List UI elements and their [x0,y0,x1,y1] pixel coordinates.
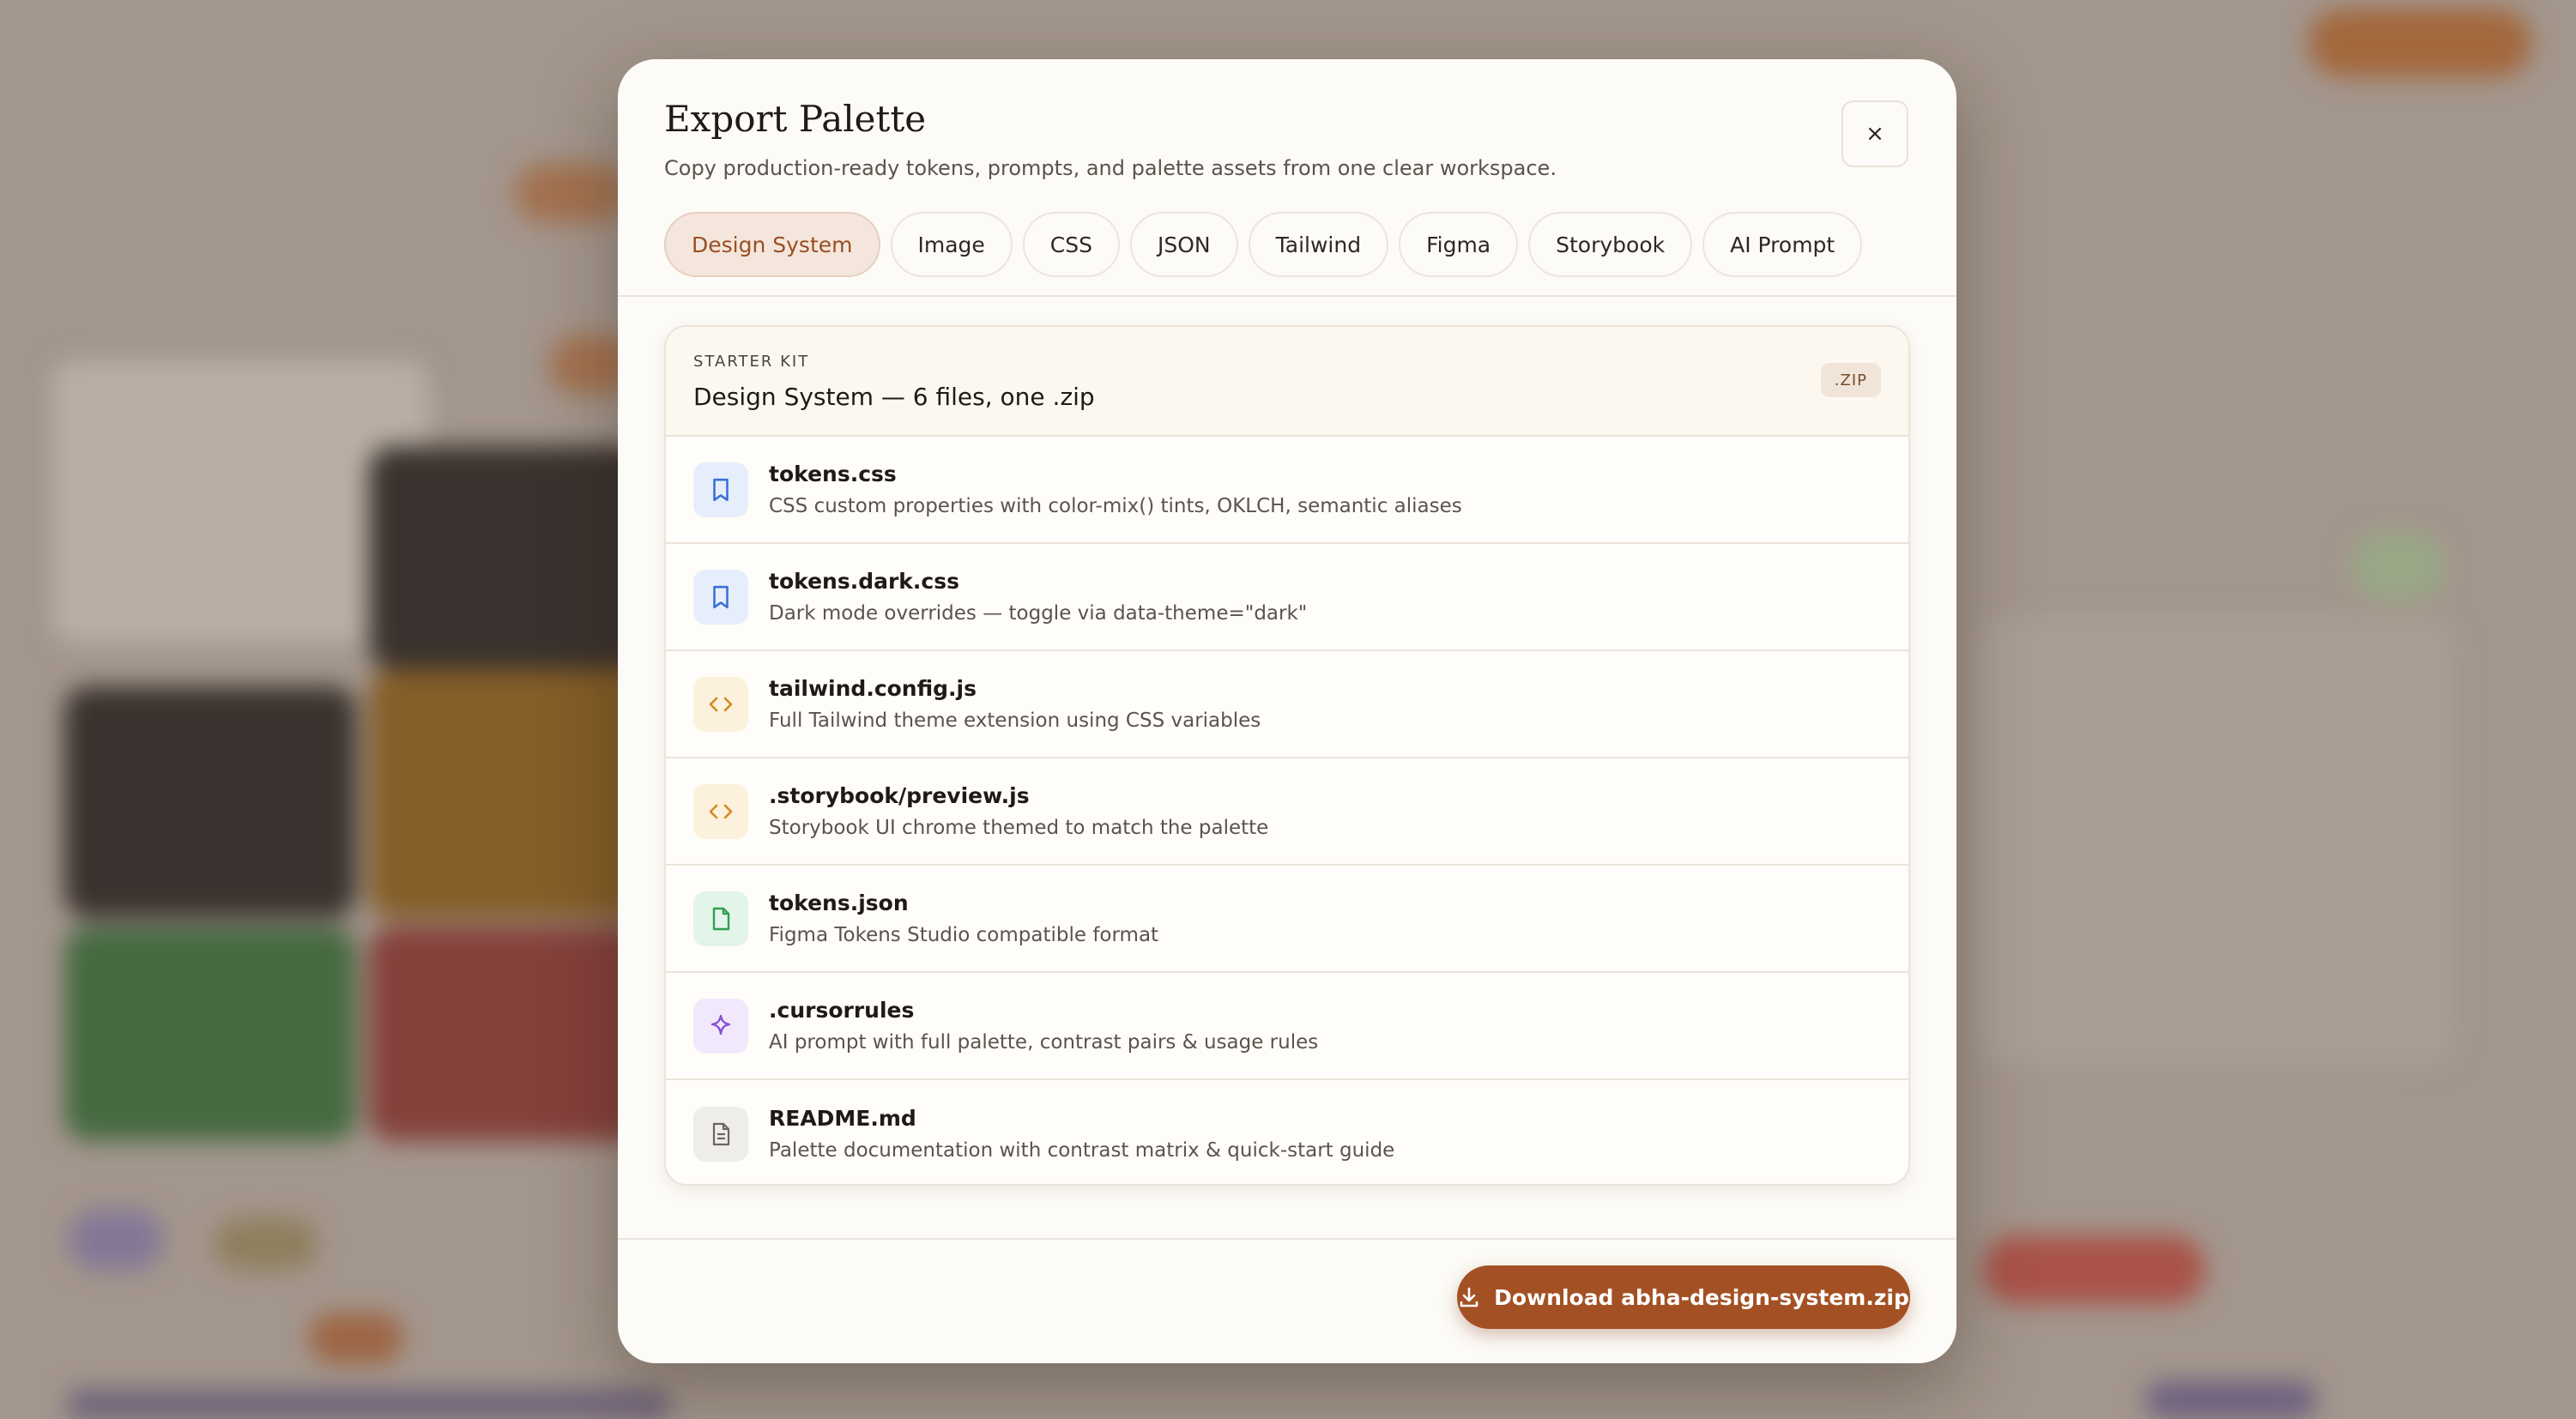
file-name: tokens.dark.css [769,569,960,594]
close-icon: × [1865,121,1884,147]
card-title: Design System — 6 files, one .zip [693,383,1095,411]
sparkle-icon [693,998,748,1054]
tab-storybook[interactable]: Storybook [1528,212,1693,277]
zip-badge: .ZIP [1820,363,1881,397]
file-name: tokens.json [769,891,909,915]
footer-divider [618,1238,1956,1240]
file-name: README.md [769,1106,916,1131]
file-name: tokens.css [769,462,897,486]
file-name: tailwind.config.js [769,676,977,701]
file-icon [693,891,748,946]
file-row-tailwind-config: tailwind.config.js Full Tailwind theme e… [666,651,1908,758]
code-icon [693,676,748,732]
export-format-tabs: Design System Image CSS JSON Tailwind Fi… [664,212,1863,277]
file-row-cursorrules: .cursorrules AI prompt with full palette… [666,973,1908,1080]
bookmark-icon [693,569,748,625]
file-description: Storybook UI chrome themed to match the … [769,817,1269,839]
tab-tailwind[interactable]: Tailwind [1248,212,1389,277]
file-name: .cursorrules [769,998,915,1023]
header-divider [618,295,1956,297]
export-palette-modal: Export Palette Copy production-ready tok… [618,59,1956,1363]
modal-title: Export Palette [664,98,927,140]
file-description: Palette documentation with contrast matr… [769,1139,1395,1162]
file-description: Figma Tokens Studio compatible format [769,924,1159,946]
file-row-readme: README.md Palette documentation with con… [666,1080,1908,1184]
file-description: Full Tailwind theme extension using CSS … [769,710,1261,732]
file-description: AI prompt with full palette, contrast pa… [769,1031,1319,1054]
tab-css[interactable]: CSS [1022,212,1120,277]
tab-json[interactable]: JSON [1130,212,1238,277]
file-row-tokens-json: tokens.json Figma Tokens Studio compatib… [666,866,1908,973]
close-button[interactable]: × [1841,100,1908,167]
tab-image[interactable]: Image [890,212,1013,277]
file-row-tokens-dark-css: tokens.dark.css Dark mode overrides — to… [666,544,1908,651]
file-row-tokens-css: tokens.css CSS custom properties with co… [666,437,1908,544]
bookmark-icon [693,462,748,517]
starter-kit-card: STARTER KIT Design System — 6 files, one… [664,325,1910,1186]
tab-figma[interactable]: Figma [1399,212,1519,277]
file-name: .storybook/preview.js [769,783,1030,808]
tab-ai-prompt[interactable]: AI Prompt [1702,212,1863,277]
file-description: CSS custom properties with color-mix() t… [769,495,1462,517]
code-icon [693,783,748,839]
file-description: Dark mode overrides — toggle via data-th… [769,602,1308,625]
modal-subtitle: Copy production-ready tokens, prompts, a… [664,156,1557,180]
download-label: Download abha-design-system.zip [1494,1284,1909,1310]
tab-design-system[interactable]: Design System [664,212,880,277]
document-icon [693,1106,748,1162]
card-eyebrow: STARTER KIT [693,353,810,371]
download-zip-button[interactable]: Download abha-design-system.zip [1457,1265,1910,1329]
download-icon [1460,1287,1478,1307]
card-header: STARTER KIT Design System — 6 files, one… [666,327,1908,437]
file-row-storybook-preview: .storybook/preview.js Storybook UI chrom… [666,758,1908,866]
